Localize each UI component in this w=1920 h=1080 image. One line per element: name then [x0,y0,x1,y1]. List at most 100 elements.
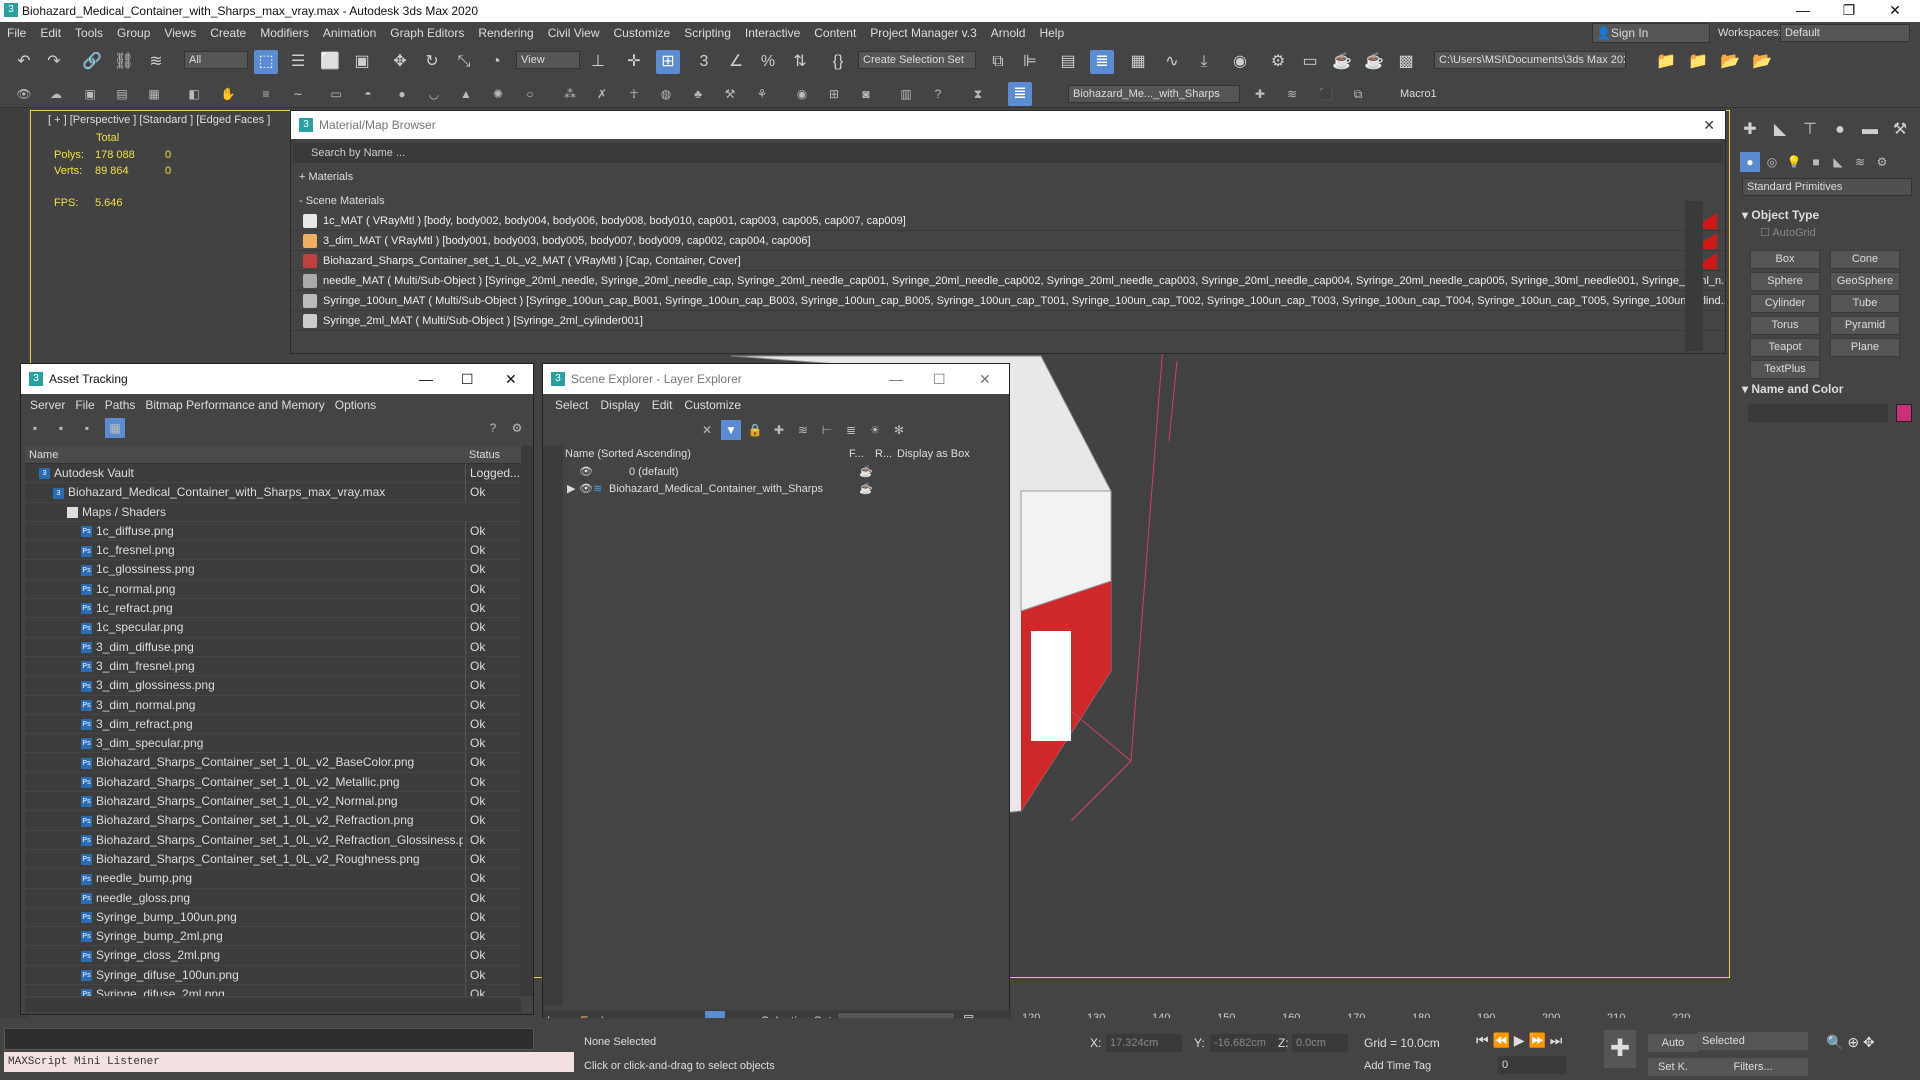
table-row[interactable]: Ps 3_dim_diffuse.png Ok [25,637,521,657]
navigation-icons[interactable]: 🔍 ⊕ ✥ [1826,1034,1875,1051]
layer-row-default[interactable]: 👁 0 (default) ☕ [565,464,1009,481]
playback-controls[interactable]: ⏮ ⏪ ▶ ⏩ ⏭ [1476,1032,1562,1049]
table-row[interactable]: Ps 3_dim_refract.png Ok [25,714,521,735]
autogrid-checkbox[interactable]: ☐ AutoGrid [1760,226,1816,239]
window-crossing-icon[interactable]: ▣ [350,50,374,74]
table-row[interactable]: Ps needle_bump.png Ok [25,869,521,889]
layer-icon[interactable]: ◧ [184,84,204,104]
material-item[interactable]: 3_dim_MAT ( VRayMtl ) [body001, body003,… [291,231,1725,251]
menu-item[interactable]: Tools [68,26,110,40]
menu-item[interactable]: Scripting [677,26,738,40]
spinner-snap-icon[interactable]: ⇅ [788,50,812,74]
pivot-icon[interactable]: ⊥ [586,50,610,74]
snowflake-icon[interactable]: ✻ [889,420,909,440]
render-icon[interactable]: ☕ [1330,50,1354,74]
cone-icon[interactable]: ▲ [456,84,476,104]
menu-item[interactable]: Content [807,26,863,40]
menu-item[interactable]: Graph Editors [383,26,471,40]
asset-menu-item[interactable]: Paths [100,398,141,412]
maxscript-input[interactable] [4,1028,534,1050]
asset-menu-item[interactable]: Bitmap Performance and Memory [140,398,329,412]
particles-icon[interactable]: ⁂ [560,84,580,104]
select-object-icon[interactable]: ⬚ [254,50,278,74]
cup-icon[interactable]: ◡ [424,84,444,104]
maximize-icon[interactable]: ☐ [461,364,474,394]
project-path-dropdown[interactable]: C:\Users\MSI\Documents\3ds Max 2020 [1434,51,1626,69]
search-by-name-input[interactable]: Search by Name ... [293,143,1723,163]
table-row[interactable]: Ps 3_dim_fresnel.png Ok [25,656,521,677]
menu-item[interactable]: Civil View [541,26,607,40]
cloud-icon[interactable]: ☁ [46,84,66,104]
table-row[interactable]: Ps 1c_refract.png Ok [25,599,521,619]
display-icon[interactable]: ▬ [1858,118,1882,142]
stack-icon[interactable]: ≡ [256,84,276,104]
undo-icon[interactable]: ↶ [12,50,36,74]
table-row[interactable]: Ps Syringe_bump_100un.png Ok [25,907,521,928]
table-row[interactable]: Ps 3_dim_glossiness.png Ok [25,676,521,696]
create-cylinder-button[interactable]: Cylinder [1750,294,1820,313]
table-row[interactable]: Maps / Shaders [25,503,521,522]
layer-stack-icon[interactable]: ≋ [1282,84,1302,104]
select-by-name-icon[interactable]: ☰ [286,50,310,74]
project-folder-icon[interactable]: 📁 [1654,50,1678,74]
teapot-icon[interactable]: ☕ [859,481,873,498]
table-row[interactable]: 3 Biohazard_Medical_Container_with_Sharps… [25,483,521,503]
human-icon[interactable]: ☥ [624,84,644,104]
workspace-dropdown[interactable]: Default [1780,24,1910,42]
scene-layer-dropdown[interactable]: Biohazard_Me..._with_Sharps [1068,85,1240,103]
x-coordinate-field[interactable]: 17.324cm [1106,1034,1182,1052]
hierarchy-icon[interactable]: ⊤ [1798,118,1822,142]
tool-icon[interactable]: ⚒ [720,84,740,104]
folder-export-icon[interactable]: 📂 [1750,50,1774,74]
asset-h-scrollbar[interactable] [25,998,521,1012]
col-name-header[interactable]: Name (Sorted Ascending) [565,448,691,460]
table-row[interactable]: Ps 3_dim_normal.png Ok [25,695,521,715]
restore-icon[interactable]: ❐ [1826,0,1872,22]
doc-icon[interactable]: ▤ [112,84,132,104]
keyboard-shortcut-icon[interactable]: ⊞ [656,50,680,74]
chart-icon[interactable]: ▥ [896,84,916,104]
menu-item[interactable]: Animation [316,26,383,40]
z-coordinate-field[interactable]: 0.0cm [1292,1034,1348,1052]
scene-menu-item[interactable]: Display [594,398,645,412]
redo-icon[interactable]: ↷ [42,50,66,74]
rendered-frame-icon[interactable]: ▭ [1298,50,1322,74]
table-row[interactable]: Ps Biohazard_Sharps_Container_set_1_0L_v2… [25,849,521,870]
plant-icon[interactable]: ♣ [688,84,708,104]
create-textplus-button[interactable]: TextPlus [1750,360,1820,379]
asset-menu-item[interactable]: File [70,398,99,412]
scene-explorer-icon[interactable]: ▤ [1056,50,1080,74]
menu-item[interactable]: Arnold [984,26,1033,40]
table-row[interactable]: Ps Biohazard_Sharps_Container_set_1_0L_v2… [25,772,521,793]
table-row[interactable]: Ps Biohazard_Sharps_Container_set_1_0L_v2… [25,753,521,773]
maximize-icon[interactable]: ☐ [933,364,946,394]
create-plane-button[interactable]: Plane [1830,338,1900,357]
viewport-label[interactable]: [ + ] [Perspective ] [Standard ] [Edged … [48,114,270,126]
create-tube-button[interactable]: Tube [1830,294,1900,313]
table-icon[interactable]: ▦ [144,84,164,104]
rect-selection-icon[interactable]: ⬜ [318,50,342,74]
spacewarps-icon[interactable]: ≋ [1850,152,1870,172]
layers-icon[interactable]: ≣ [1008,82,1032,106]
create-icon[interactable]: ✚ [1738,118,1762,142]
hierarchy-icon[interactable]: ⊢ [817,420,837,440]
table-row[interactable]: Ps Syringe_difuse_100un.png Ok [25,965,521,986]
move-icon[interactable]: ✥ [388,50,412,74]
teapot-icon[interactable]: ☕ [859,464,873,481]
col-name-header[interactable]: Name [29,446,58,464]
angle-snap-icon[interactable]: ∠ [724,50,748,74]
systems-icon[interactable]: ⚙ [1872,152,1892,172]
schematic-view-icon[interactable]: ⤓ [1192,50,1216,74]
minimize-icon[interactable]: — [1780,0,1826,22]
expand-icon[interactable]: ▶ [567,481,575,498]
folder-icon[interactable]: 📁 [1686,50,1710,74]
table-row[interactable]: Ps Biohazard_Sharps_Container_set_1_0L_v2… [25,811,521,831]
table-row[interactable]: Ps Biohazard_Sharps_Container_set_1_0L_v2… [25,830,521,850]
y-coordinate-field[interactable]: -16.682cm [1210,1034,1286,1052]
table-row[interactable]: Ps Syringe_difuse_2ml.png Ok [25,985,521,996]
light-icon[interactable]: ☀ [865,420,885,440]
list-icon[interactable]: ▪ [51,418,71,438]
menu-item[interactable]: Help [1032,26,1071,40]
create-box-button[interactable]: Box [1750,250,1820,269]
grid-icon[interactable]: ▩ [1394,50,1418,74]
